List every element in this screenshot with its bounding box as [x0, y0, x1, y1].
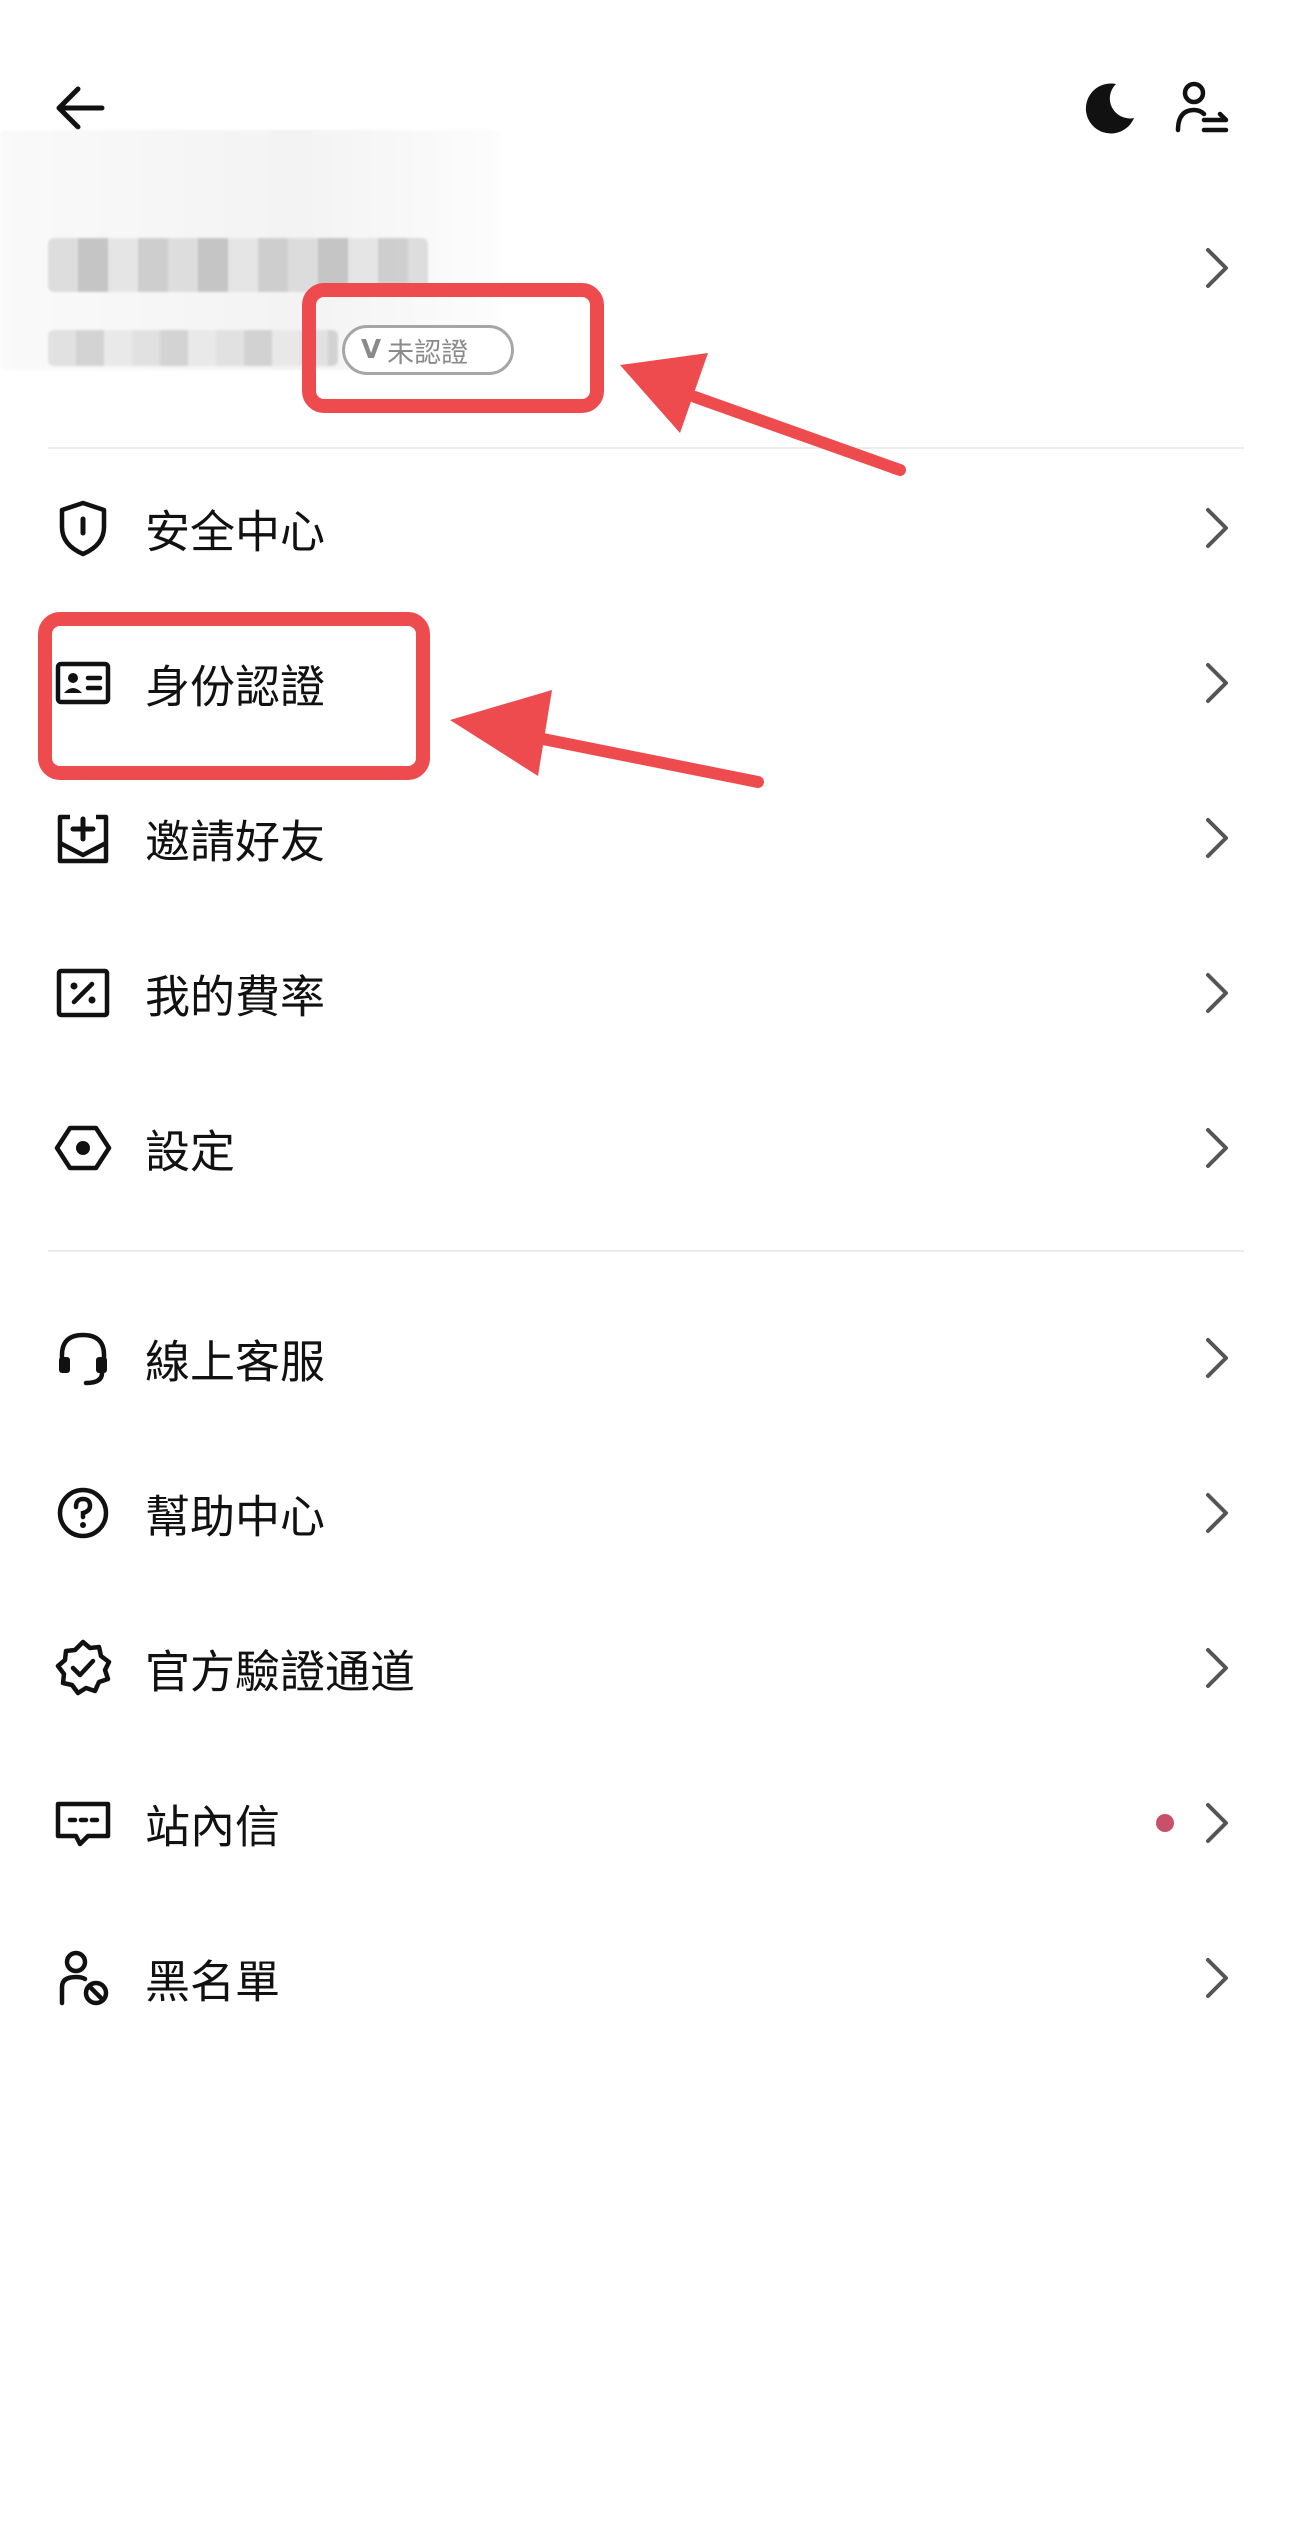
menu-item-label: 黑名單	[145, 1955, 281, 2009]
chevron-right-icon	[1206, 1958, 1228, 1998]
menu-item-blacklist[interactable]: 黑名單	[0, 1913, 1290, 2043]
menu-item-label: 邀請好友	[145, 815, 326, 869]
settings-hex-icon	[54, 1125, 112, 1171]
annotation-arrow-icon	[450, 690, 764, 788]
chevron-right-icon	[1206, 1648, 1228, 1688]
chevron-right-icon	[1206, 1493, 1228, 1533]
menu-item-label: 官方驗證通道	[145, 1645, 416, 1699]
brand-logo-icon: V	[361, 335, 381, 365]
menu-item-label: 安全中心	[145, 505, 326, 559]
shield-icon	[59, 500, 107, 557]
unread-dot	[1156, 1814, 1174, 1832]
verification-status-label: 未認證	[387, 337, 469, 369]
invite-icon	[57, 814, 109, 864]
annotation-arrow-icon	[620, 353, 906, 476]
menu-item-label: 設定	[145, 1125, 236, 1179]
divider	[48, 1250, 1244, 1252]
user-switch-icon	[1175, 81, 1229, 133]
menu-item-online-support[interactable]: 線上客服	[0, 1293, 1290, 1423]
verification-status-badge[interactable]: V 未認證	[342, 325, 514, 375]
chevron-right-icon	[1206, 1338, 1228, 1378]
menu-item-settings[interactable]: 設定	[0, 1083, 1290, 1213]
menu-item-label: 身份認證	[145, 660, 326, 714]
chevron-right-icon	[1206, 973, 1228, 1013]
menu-item-my-fee-rate[interactable]: 我的費率	[0, 928, 1290, 1058]
chevron-right-icon	[1206, 818, 1228, 858]
message-icon	[55, 1801, 111, 1847]
menu-item-help-center[interactable]: 幫助中心	[0, 1448, 1290, 1578]
menu-item-label: 站內信	[145, 1800, 281, 1854]
help-circle-icon	[57, 1487, 109, 1539]
moon-icon	[1085, 83, 1134, 134]
arrow-left-icon	[56, 86, 105, 130]
menu-item-label: 幫助中心	[145, 1490, 326, 1544]
chevron-right-icon	[1206, 1803, 1228, 1843]
chevron-right-icon	[1206, 663, 1228, 703]
menu-item-official-verification-channel[interactable]: 官方驗證通道	[0, 1603, 1290, 1733]
fee-rate-icon	[56, 968, 110, 1018]
profile-chevron-icon	[1206, 248, 1228, 288]
username-blur	[48, 238, 428, 292]
id-card-icon	[55, 661, 111, 705]
menu-item-label: 我的費率	[145, 970, 326, 1024]
blocked-user-icon	[59, 1950, 109, 2006]
verified-badge-icon	[55, 1639, 112, 1696]
chevron-right-icon	[1206, 508, 1228, 548]
menu-item-label: 線上客服	[145, 1335, 326, 1389]
menu-item-inbox[interactable]: 站內信	[0, 1758, 1290, 1888]
chevron-right-icon	[1206, 1128, 1228, 1168]
uid-blur	[48, 330, 338, 366]
headset-icon	[59, 1332, 107, 1386]
